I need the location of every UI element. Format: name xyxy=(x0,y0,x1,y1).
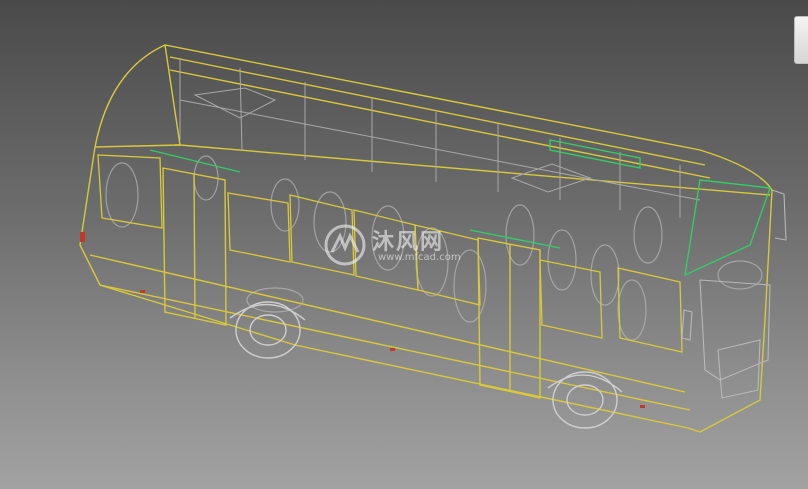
watermark-logo-icon xyxy=(324,224,366,266)
cad-viewport[interactable]: 沐风网 www.mfcad.com xyxy=(0,0,808,489)
roof-frame xyxy=(179,58,701,218)
viewcube-icon[interactable] xyxy=(794,16,808,64)
watermark: 沐风网 www.mfcad.com xyxy=(322,222,492,272)
watermark-text-en: www.mfcad.com xyxy=(378,252,461,263)
front-wheel xyxy=(552,371,618,429)
doors xyxy=(162,167,541,399)
wheels xyxy=(229,301,623,429)
